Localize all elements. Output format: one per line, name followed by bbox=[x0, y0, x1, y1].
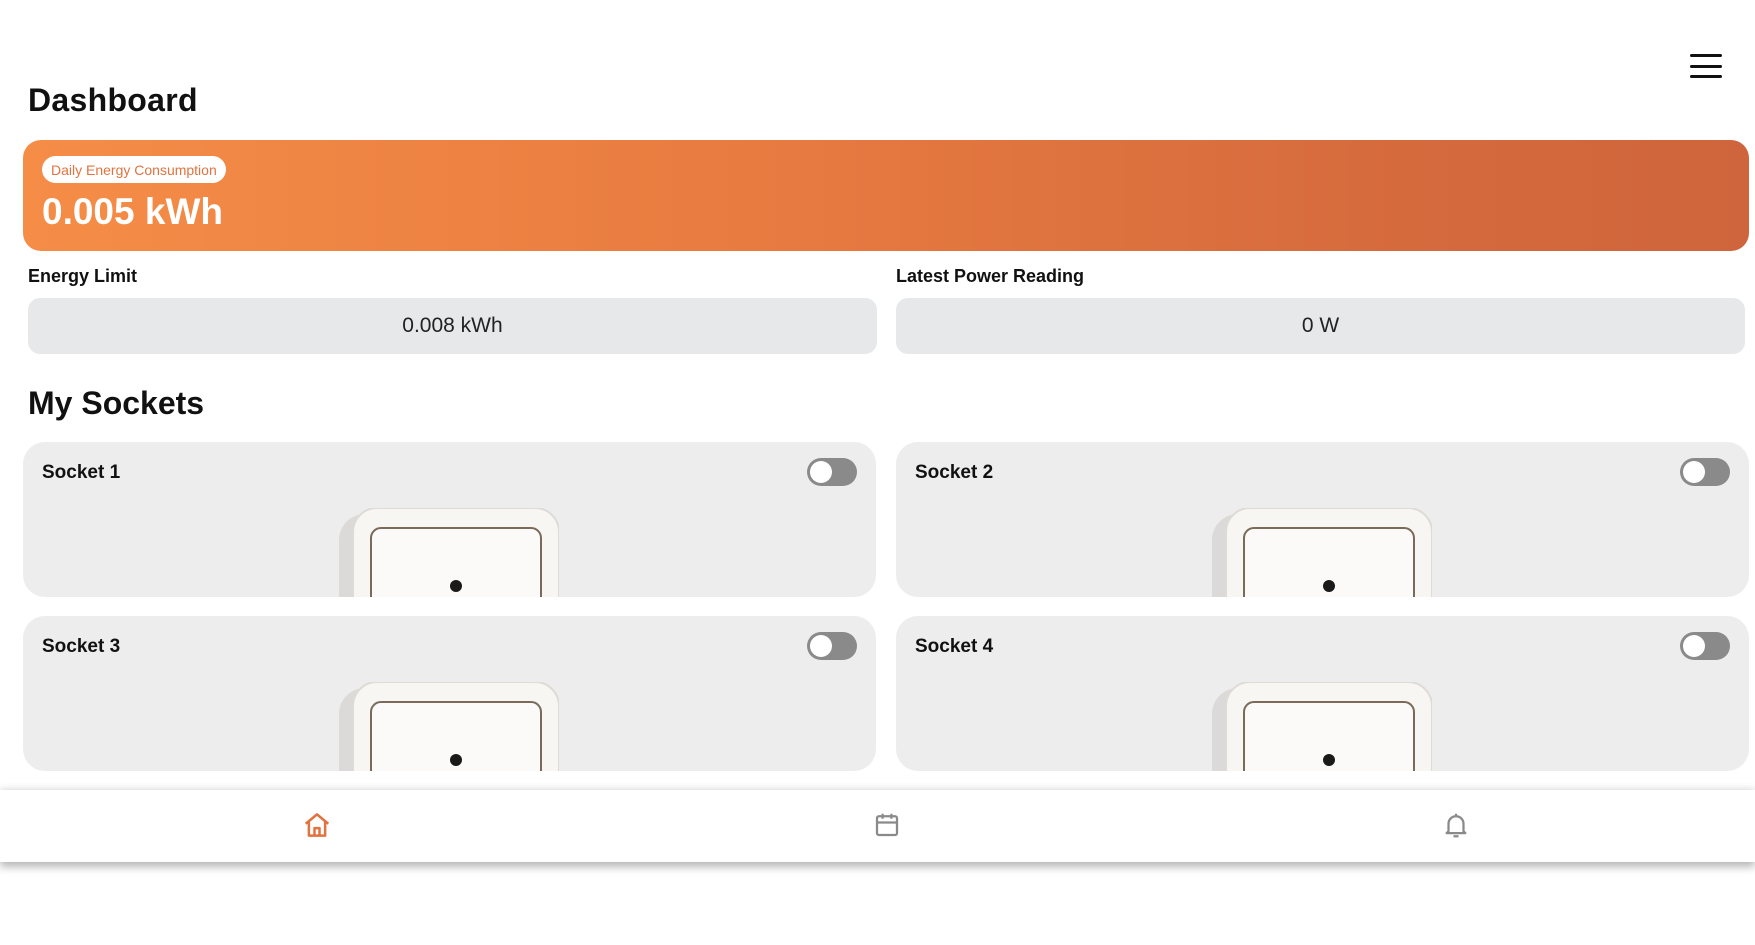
toggle-knob bbox=[810, 635, 832, 657]
menu-button[interactable] bbox=[1690, 54, 1722, 78]
page-title: Dashboard bbox=[28, 82, 198, 118]
toggle-knob bbox=[1683, 461, 1705, 483]
daily-energy-label: Daily Energy Consumption bbox=[42, 156, 226, 183]
power-outlet-icon bbox=[1212, 682, 1432, 771]
power-reading-field: 0 W bbox=[896, 298, 1745, 354]
menu-line bbox=[1690, 64, 1722, 68]
nav-calendar[interactable] bbox=[872, 810, 902, 840]
energy-limit-field[interactable]: 0.008 kWh bbox=[28, 298, 877, 354]
daily-energy-card: Daily Energy Consumption 0.005 kWh bbox=[23, 140, 1749, 251]
socket-toggle[interactable] bbox=[1680, 632, 1730, 660]
socket-name: Socket 3 bbox=[42, 636, 121, 657]
menu-line bbox=[1690, 75, 1722, 78]
toggle-knob bbox=[1683, 635, 1705, 657]
power-reading-block: Latest Power Reading 0 W bbox=[896, 266, 1745, 354]
socket-toggle[interactable] bbox=[807, 632, 857, 660]
power-outlet-icon bbox=[1212, 508, 1432, 597]
daily-energy-value: 0.005 kWh bbox=[42, 191, 223, 232]
calendar-icon bbox=[875, 813, 899, 837]
energy-limit-label: Energy Limit bbox=[28, 266, 138, 286]
socket-name: Socket 2 bbox=[915, 462, 994, 483]
socket-toggle[interactable] bbox=[807, 458, 857, 486]
socket-name: Socket 4 bbox=[915, 636, 994, 657]
socket-card-2[interactable]: Socket 2 bbox=[896, 442, 1749, 597]
bottom-navigation bbox=[0, 790, 1755, 862]
socket-card-3[interactable]: Socket 3 bbox=[23, 616, 876, 771]
socket-toggle[interactable] bbox=[1680, 458, 1730, 486]
nav-notifications[interactable] bbox=[1441, 810, 1471, 840]
nav-home[interactable] bbox=[302, 810, 332, 840]
menu-line bbox=[1690, 54, 1722, 57]
power-reading-label: Latest Power Reading bbox=[896, 266, 1085, 286]
sockets-section-title: My Sockets bbox=[28, 385, 205, 421]
socket-card-1[interactable]: Socket 1 bbox=[23, 442, 876, 597]
toggle-knob bbox=[810, 461, 832, 483]
power-outlet-icon bbox=[339, 508, 559, 597]
home-icon bbox=[304, 813, 330, 837]
dashboard-page: Dashboard Daily Energy Consumption 0.005… bbox=[0, 0, 1755, 945]
socket-card-4[interactable]: Socket 4 bbox=[896, 616, 1749, 771]
energy-limit-block: Energy Limit 0.008 kWh bbox=[28, 266, 877, 354]
socket-name: Socket 1 bbox=[42, 462, 121, 483]
power-outlet-icon bbox=[339, 682, 559, 771]
bell-icon bbox=[1445, 813, 1467, 838]
